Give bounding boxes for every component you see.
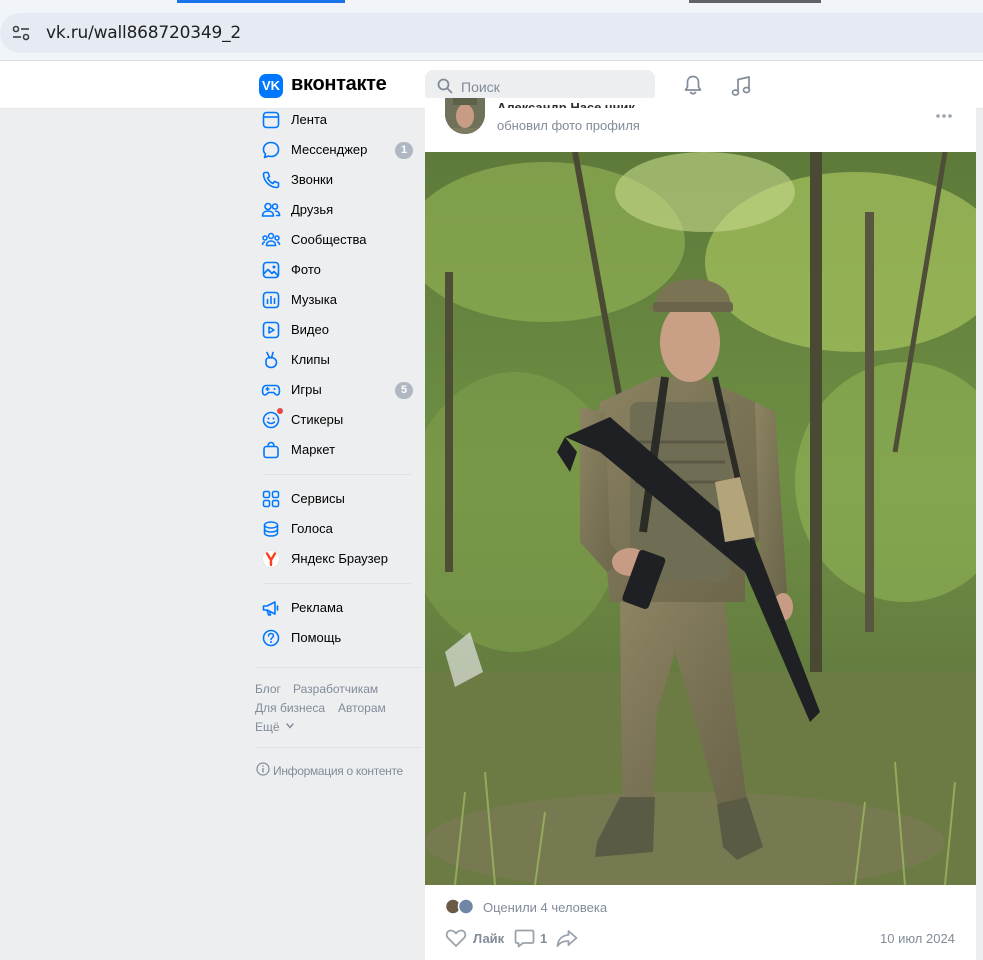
bell-icon[interactable] bbox=[682, 74, 704, 96]
likers-avatars[interactable] bbox=[445, 898, 477, 915]
menu-label: Помощь bbox=[291, 630, 342, 645]
votes-icon bbox=[263, 521, 279, 537]
menu-item-video[interactable]: Видео bbox=[255, 315, 420, 345]
browser-tabstrip bbox=[0, 0, 983, 10]
heart-icon[interactable] bbox=[445, 928, 467, 948]
menu-item-communities[interactable]: Сообщества bbox=[255, 225, 420, 255]
menu-item-messenger[interactable]: Мессенджер 1 bbox=[255, 135, 420, 165]
menu-item-friends[interactable]: Друзья bbox=[255, 195, 420, 225]
menu-label: Сервисы bbox=[291, 491, 345, 506]
menu-item-ads[interactable]: Реклама bbox=[255, 593, 420, 623]
menu-item-market[interactable]: Маркет bbox=[255, 435, 420, 465]
vk-logo-text[interactable]: вконтакте bbox=[291, 73, 387, 96]
menu-item-clips[interactable]: Клипы bbox=[255, 345, 420, 375]
menu-item-services[interactable]: Сервисы bbox=[255, 484, 420, 514]
post-action-text: обновил фото профиля bbox=[497, 118, 640, 133]
menu-label: Видео bbox=[291, 322, 329, 337]
vk-logo-icon[interactable]: VK bbox=[259, 74, 283, 98]
site-info-icon[interactable] bbox=[12, 25, 30, 41]
services-icon bbox=[262, 490, 280, 508]
phone-icon bbox=[262, 171, 280, 189]
menu-label: Лента bbox=[291, 112, 327, 127]
likes-summary[interactable]: Оценили 4 человека bbox=[483, 900, 607, 915]
menu-label: Друзья bbox=[291, 202, 334, 217]
avatar-image bbox=[445, 98, 485, 134]
menu-label: Сообщества bbox=[291, 232, 367, 247]
menu-label: Яндекс Браузер bbox=[291, 551, 388, 566]
clips-icon bbox=[265, 351, 278, 369]
menu-label: Звонки bbox=[291, 172, 333, 187]
music-icon[interactable] bbox=[729, 74, 753, 98]
games-badge: 5 bbox=[395, 382, 413, 399]
menu-label: Мессенджер bbox=[291, 142, 368, 157]
news-icon bbox=[262, 111, 280, 129]
like-button-label[interactable]: Лайк bbox=[473, 931, 504, 946]
menu-label: Фото bbox=[291, 262, 321, 277]
footer-link-authors[interactable]: Авторам bbox=[338, 701, 386, 715]
menu-label: Игры bbox=[291, 382, 322, 397]
avatar[interactable] bbox=[445, 98, 485, 134]
menu-item-help[interactable]: Помощь bbox=[255, 623, 420, 653]
tab-indicator[interactable] bbox=[689, 0, 821, 3]
post-date[interactable]: 10 июл 2024 bbox=[880, 931, 955, 946]
share-icon[interactable] bbox=[556, 928, 578, 948]
active-tab-indicator[interactable] bbox=[177, 0, 345, 3]
communities-icon bbox=[261, 232, 281, 247]
music-icon bbox=[262, 291, 280, 309]
menu-item-yandex-browser[interactable]: Яндекс Браузер bbox=[255, 544, 420, 574]
ads-icon bbox=[262, 601, 279, 616]
menu-item-stickers[interactable]: Стикеры bbox=[255, 405, 420, 435]
comment-icon[interactable] bbox=[514, 928, 535, 948]
footer-divider bbox=[255, 667, 420, 668]
market-icon bbox=[263, 441, 279, 459]
menu-label: Маркет bbox=[291, 442, 336, 457]
menu-label: Голоса bbox=[291, 521, 333, 536]
browser-address-bar: vk.ru/wall868720349_2 bbox=[0, 10, 983, 60]
footer-link-business[interactable]: Для бизнеса bbox=[255, 701, 325, 715]
comment-count[interactable]: 1 bbox=[540, 931, 547, 946]
menu-item-games[interactable]: Игры 5 bbox=[255, 375, 420, 405]
url-text[interactable]: vk.ru/wall868720349_2 bbox=[46, 23, 241, 43]
yandex-browser-icon bbox=[262, 550, 280, 568]
menu-label: Реклама bbox=[291, 600, 344, 615]
post-photo[interactable] bbox=[425, 152, 976, 885]
menu-divider bbox=[263, 583, 411, 584]
messenger-icon bbox=[262, 141, 280, 159]
footer-link-developers[interactable]: Разработчикам bbox=[293, 682, 378, 696]
photo-icon bbox=[262, 261, 280, 279]
footer-link-content-info[interactable]: Информация о контенте bbox=[273, 764, 403, 778]
footer-divider bbox=[255, 747, 420, 748]
soldier-in-forest-photo bbox=[425, 152, 976, 885]
menu-label: Стикеры bbox=[291, 412, 344, 427]
menu-item-music[interactable]: Музыка bbox=[255, 285, 420, 315]
video-icon bbox=[262, 321, 280, 339]
post-author[interactable]: Александр Насе чник bbox=[497, 100, 635, 108]
footer-link-blog[interactable]: Блог bbox=[255, 682, 281, 696]
search-icon bbox=[437, 78, 453, 94]
menu-label: Музыка bbox=[291, 292, 337, 307]
menu-divider bbox=[263, 474, 411, 475]
footer-link-more[interactable]: Ещё bbox=[255, 720, 280, 734]
notification-dot bbox=[277, 408, 283, 414]
wall-post: Александр Насе чник обновил фото профиля bbox=[425, 98, 976, 960]
search-placeholder: Поиск bbox=[461, 79, 500, 95]
menu-item-photo[interactable]: Фото bbox=[255, 255, 420, 285]
menu-item-votes[interactable]: Голоса bbox=[255, 514, 420, 544]
info-icon bbox=[256, 762, 270, 776]
omnibox[interactable]: vk.ru/wall868720349_2 bbox=[0, 13, 983, 53]
menu-item-news[interactable]: Лента bbox=[255, 105, 420, 135]
unread-badge: 1 bbox=[395, 142, 413, 159]
menu-label: Клипы bbox=[291, 352, 330, 367]
menu-item-calls[interactable]: Звонки bbox=[255, 165, 420, 195]
help-icon bbox=[262, 629, 280, 647]
chevron-down-icon[interactable] bbox=[286, 723, 294, 729]
games-icon bbox=[261, 384, 281, 396]
more-options-icon[interactable] bbox=[935, 113, 953, 119]
friends-icon bbox=[261, 202, 281, 217]
